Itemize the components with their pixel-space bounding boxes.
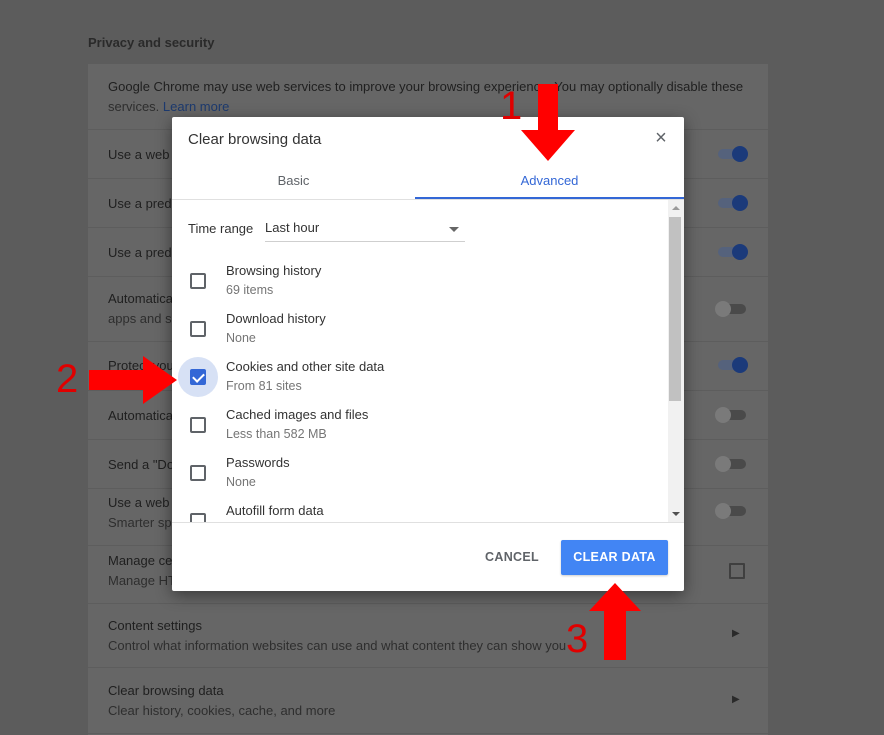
row-sublabel: Control what information websites can us… <box>108 638 567 653</box>
row-sublabel: Manage HT <box>108 573 176 588</box>
item-detail: None <box>226 475 256 489</box>
chevron-right-icon: ▶ <box>732 628 740 639</box>
settings-row[interactable]: Clear browsing data Clear history, cooki… <box>88 668 768 734</box>
scroll-down-arrow-icon[interactable] <box>672 512 680 516</box>
checkbox[interactable] <box>190 273 206 289</box>
dropdown-arrow-icon <box>449 227 459 232</box>
dialog-content: Time range Last hour Browsing history 69… <box>172 200 668 522</box>
intro-text-2: services. Learn more <box>108 99 230 114</box>
section-title: Privacy and security <box>88 35 215 50</box>
checkbox[interactable] <box>190 417 206 433</box>
checkbox-item-cookies[interactable]: Cookies and other site data From 81 site… <box>172 356 668 404</box>
checkbox-checked[interactable] <box>190 369 206 385</box>
cancel-button[interactable]: CANCEL <box>472 541 552 573</box>
arrow-up-icon <box>589 583 641 660</box>
row-label: Use a web <box>108 147 170 162</box>
time-range-label: Time range <box>188 221 254 236</box>
toggle-switch[interactable] <box>716 357 748 373</box>
arrow-down-icon <box>521 84 575 161</box>
item-name: Cookies and other site data <box>226 359 385 374</box>
item-detail: 69 items <box>226 283 274 297</box>
learn-more-link[interactable]: Learn more <box>163 99 229 114</box>
dialog-title: Clear browsing data <box>188 131 322 148</box>
row-label: Send a "Do <box>108 457 175 472</box>
scrollbar[interactable] <box>668 200 684 522</box>
tab-advanced[interactable]: Advanced <box>415 169 684 199</box>
row-sublabel: Smarter sp <box>108 515 172 530</box>
clear-data-button[interactable]: CLEAR DATA <box>561 540 668 575</box>
active-tab-indicator <box>415 197 684 199</box>
toggle-switch[interactable] <box>715 407 748 423</box>
external-link-icon[interactable] <box>729 563 745 579</box>
toggle-switch[interactable] <box>715 301 748 317</box>
checkbox-item-passwords[interactable]: Passwords None <box>172 452 668 500</box>
toggle-switch[interactable] <box>715 456 748 472</box>
tab-basic[interactable]: Basic <box>172 169 415 199</box>
item-detail: Less than 582 MB <box>226 427 327 441</box>
arrow-right-icon <box>89 356 177 404</box>
row-label: Manage ce <box>108 553 173 568</box>
step-2-number: 2 <box>56 357 79 401</box>
settings-row[interactable]: Content settings Control what informatio… <box>88 604 768 668</box>
step-3-number: 3 <box>566 617 589 661</box>
toggle-switch[interactable] <box>716 195 748 211</box>
checkbox[interactable] <box>190 321 206 337</box>
checkbox-item-download-history[interactable]: Download history None <box>172 308 668 356</box>
item-name: Autofill form data <box>226 503 324 518</box>
item-detail: From 81 sites <box>226 379 302 393</box>
footer-divider <box>172 522 684 523</box>
scrollbar-thumb[interactable] <box>669 217 681 401</box>
time-range-select[interactable]: Last hour <box>265 220 465 242</box>
row-sublabel: Clear history, cookies, cache, and more <box>108 703 336 718</box>
checkbox[interactable] <box>190 513 206 522</box>
item-name: Browsing history <box>226 263 322 278</box>
item-name: Download history <box>226 311 326 326</box>
row-label: Automatica <box>108 291 174 306</box>
toggle-switch[interactable] <box>716 146 748 162</box>
toggle-switch[interactable] <box>716 244 748 260</box>
row-sublabel: apps and s <box>108 311 172 326</box>
close-icon[interactable]: × <box>652 128 670 148</box>
row-label: Use a predi <box>108 245 175 260</box>
intro-text: Google Chrome may use web services to im… <box>108 79 744 94</box>
row-label: Automatica <box>108 408 174 423</box>
checkbox-item-cached-images[interactable]: Cached images and files Less than 582 MB <box>172 404 668 452</box>
row-label: Use a web <box>108 495 170 510</box>
scroll-up-arrow-icon[interactable] <box>672 206 680 210</box>
row-label: Content settings <box>108 618 202 633</box>
toggle-switch[interactable] <box>715 503 748 519</box>
row-label: Clear browsing data <box>108 683 224 698</box>
item-detail: None <box>226 331 256 345</box>
checkbox-item-autofill[interactable]: Autofill form data <box>172 500 668 522</box>
item-name: Cached images and files <box>226 407 369 422</box>
item-name: Passwords <box>226 455 290 470</box>
time-range-value: Last hour <box>265 220 320 235</box>
checkbox[interactable] <box>190 465 206 481</box>
row-label: Use a predi <box>108 196 175 211</box>
chevron-right-icon: ▶ <box>732 694 740 705</box>
checkbox-item-browsing-history[interactable]: Browsing history 69 items <box>172 260 668 308</box>
clear-browsing-data-dialog: Clear browsing data × Basic Advanced Tim… <box>172 117 684 591</box>
